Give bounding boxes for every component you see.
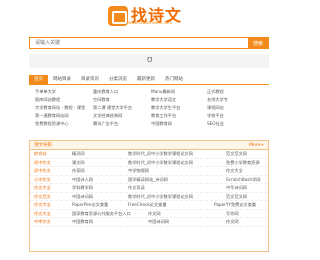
link-row: 图库网站教程 空间教育 教学大学语文 名师大学专 [35, 96, 267, 104]
search-input[interactable] [30, 38, 248, 48]
table-row: 初中作文 作家网 中学物理网 作文大全 [30, 167, 268, 176]
link-item[interactable]: 教学大学生平台 [151, 104, 180, 112]
site-link[interactable]: 作文网 [226, 218, 239, 226]
site-link[interactable]: 作文网 [148, 210, 161, 218]
site-link[interactable]: 数学时代_初中小学数学课程论文网 [128, 193, 193, 201]
site-link[interactable]: 作文导读 [128, 184, 145, 192]
site-link[interactable]: 免费小学教育资源 [226, 159, 260, 167]
site-link[interactable]: 精灵网 [72, 150, 85, 158]
tab-directory[interactable]: 网站目录 [48, 75, 76, 84]
site-link[interactable]: ScratchBash学网 [226, 176, 261, 184]
link-item[interactable]: 手单单大学 [35, 88, 56, 96]
site-link[interactable]: 数学时代_初中小学数学课程论文网 [128, 150, 193, 158]
category-link[interactable]: 作文范文 [34, 193, 51, 201]
site-link[interactable]: 范文范文网 [226, 193, 247, 201]
site-link[interactable]: 中国教育网 [72, 218, 93, 226]
link-item[interactable]: 文学经典经典网 [93, 112, 122, 120]
link-item[interactable]: 免费教程资源中心 [35, 120, 69, 128]
banner-loading-icon: ℧ [147, 56, 153, 64]
poetry-nav-section: 诗文导航 More+ 综合站 精灵网 数学时代_初中小学数学课程论文网 范文范文… [29, 140, 269, 252]
link-row: 大学教育网站 - 教程 - 课堂 第二课 课堂大学平台 教学大学生平台 课程网站 [35, 104, 267, 112]
site-link[interactable]: 课文网 [72, 159, 85, 167]
site-link[interactable]: 作文大全 [226, 167, 243, 175]
category-link[interactable]: 中考作文 [34, 218, 51, 226]
table-row: 小学作文 中国诗人网 国学精读网站_诗词网 ScratchBash学网 [30, 176, 268, 184]
link-item[interactable]: 正式教程 [207, 88, 224, 96]
site-link[interactable]: PaperYY免费论文查重 [214, 201, 256, 209]
category-link[interactable]: 作文大全 [34, 184, 51, 192]
site-link[interactable]: 中国诗词网 [72, 193, 93, 201]
section-header: 诗文导航 More+ [30, 141, 268, 150]
link-item[interactable]: 大学教育网站 - 教程 - 课堂 [35, 104, 85, 112]
link-row: 第一通教育网站网 文学经典经典网 教育工作平台 学校平台 [35, 112, 267, 120]
link-item[interactable]: 空间教育 [93, 96, 110, 104]
table-row: 中考作文 中国教育网 中国诗词网 作文网 [30, 218, 268, 227]
link-row: 手单单大学 重庆教育人口 Manu最新网 正式教程 [35, 88, 267, 96]
site-link[interactable]: 国学精读网站_诗词网 [128, 176, 168, 184]
tab-home[interactable]: 首页 [29, 75, 48, 84]
category-link[interactable]: 综合站 [34, 150, 47, 158]
site-link[interactable]: PaperPen论文查重 [72, 201, 108, 209]
link-item[interactable]: 图库网站教程 [35, 96, 60, 104]
table-row: 初中作文 课文网 数学时代_初中小学数学课程论文网 免费小学教育资源 [30, 159, 268, 167]
category-link[interactable]: 小学作文 [34, 176, 51, 184]
site-link[interactable]: 中国诗人网 [72, 176, 93, 184]
table-row: 作文大全 PaperPen论文查重 FreeCheck论文查重 PaperYY免… [30, 201, 268, 210]
site-link[interactable]: 学科教学网 [72, 184, 93, 192]
site-link[interactable]: 国家教育资源公共服务平台入口 [72, 210, 131, 218]
site-link[interactable]: 作家网 [72, 167, 85, 175]
link-item[interactable]: 名师大学专 [207, 96, 228, 104]
more-link[interactable]: More+ [249, 141, 264, 150]
table-row: 作文范文 中国诗词网 数学时代_初中小学数学课程论文网 范文范文网 [30, 193, 268, 201]
table-row: 作文大全 学科教学网 作文导读 中华诗词网 [30, 184, 268, 193]
table-row: 综合站 精灵网 数学时代_初中小学数学课程论文网 范文范文网 [30, 150, 268, 159]
link-item[interactable]: SEO社会 [207, 120, 224, 128]
tab-categories[interactable]: 分类浏览 [104, 75, 132, 84]
link-item[interactable]: 中国教育网 [151, 120, 172, 128]
tab-popular[interactable]: 热门网站 [160, 75, 188, 84]
link-item[interactable]: 第一通教育网站网 [35, 112, 69, 120]
link-item[interactable]: 腾讯广告平台 [93, 120, 118, 128]
section-title: 诗文导航 [34, 143, 52, 148]
banner-area: ℧ [29, 54, 269, 68]
tab-news[interactable]: 目录资讯 [76, 75, 104, 84]
table-row: 作文大全 国家教育资源公共服务平台入口 作文网 写作网 [30, 210, 268, 218]
tab-latest[interactable]: 最新更新 [132, 75, 160, 84]
link-item[interactable]: 教学大学语文 [151, 96, 176, 104]
link-item[interactable]: 教育工作平台 [151, 112, 176, 120]
category-link[interactable]: 初中作文 [34, 159, 51, 167]
site-link[interactable]: FreeCheck论文查重 [128, 201, 167, 209]
category-link[interactable]: 作文大全 [34, 210, 51, 218]
link-item[interactable]: 学校平台 [207, 112, 224, 120]
link-row: 免费教程资源中心 腾讯广告平台 中国教育网 SEO社会 [35, 120, 267, 128]
site-link[interactable]: 中华诗词网 [226, 184, 247, 192]
logo-url: www.zhaoshiwen.com [128, 20, 173, 25]
site-link[interactable]: 写作网 [226, 210, 239, 218]
link-item[interactable]: 重庆教育人口 [93, 88, 118, 96]
nav-tabs: 首页 网站目录 目录资讯 分类浏览 最新更新 热门网站 [29, 75, 269, 85]
site-link[interactable]: 范文范文网 [226, 150, 247, 158]
search-button[interactable]: 搜索 [248, 38, 268, 48]
link-item[interactable]: 第二课 课堂大学平台 [93, 104, 132, 112]
site-link[interactable]: 数学时代_初中小学数学课程论文网 [128, 159, 193, 167]
site-logo[interactable]: 找诗文 [108, 3, 198, 29]
link-grid: 手单单大学 重庆教育人口 Manu最新网 正式教程 图库网站教程 空间教育 教学… [35, 88, 267, 128]
logo-mail-icon [108, 6, 128, 26]
category-link[interactable]: 作文大全 [34, 201, 51, 209]
link-item[interactable]: Manu最新网 [151, 88, 175, 96]
category-link[interactable]: 初中作文 [34, 167, 51, 175]
site-link[interactable]: 中国诗词网 [148, 218, 169, 226]
search-bar: 搜索 [29, 37, 269, 49]
site-link[interactable]: 中学物理网 [128, 167, 149, 175]
link-item[interactable]: 课程网站 [207, 104, 224, 112]
